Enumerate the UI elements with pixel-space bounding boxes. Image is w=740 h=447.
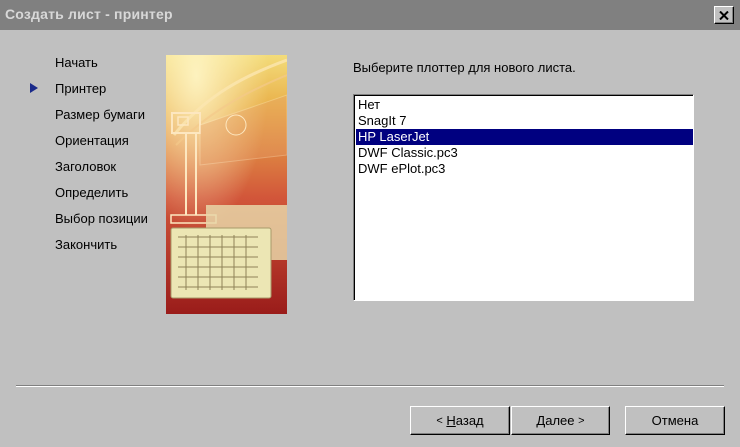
plotter-option[interactable]: DWF ePlot.pc3	[356, 161, 693, 177]
plotter-prompt: Выберите плоттер для нового листа.	[353, 60, 576, 75]
wizard-illustration	[166, 55, 287, 314]
button-separator	[16, 385, 724, 387]
step-label: Определить	[55, 185, 129, 200]
step-label: Ориентация	[55, 133, 129, 148]
back-button[interactable]: < Назад	[410, 406, 510, 435]
next-label: Далее	[536, 413, 575, 428]
close-button[interactable]	[714, 6, 734, 24]
close-icon	[719, 10, 729, 20]
plotter-option[interactable]: DWF Classic.pc3	[356, 145, 693, 161]
step-label: Начать	[55, 55, 98, 70]
back-label: азад	[455, 413, 484, 428]
plotter-listbox[interactable]: Нет SnagIt 7 HP LaserJet DWF Classic.pc3…	[353, 94, 694, 301]
step-label: Заголовок	[55, 159, 117, 174]
cancel-button[interactable]: Отмена	[625, 406, 725, 435]
triangle-right-icon	[30, 83, 38, 93]
back-hotkey: Н	[446, 413, 456, 428]
step-label: Принтер	[55, 81, 107, 96]
step-label: Размер бумаги	[55, 107, 145, 122]
back-arrow: <	[436, 414, 443, 427]
next-arrow: >	[578, 414, 585, 427]
step-label: Закончить	[55, 237, 118, 252]
plotter-option-selected[interactable]: HP LaserJet	[356, 129, 693, 145]
title-bar: Создать лист - принтер	[0, 0, 740, 30]
next-button[interactable]: Далее >	[511, 406, 610, 435]
plotter-option[interactable]: Нет	[356, 97, 693, 113]
step-label: Выбор позиции	[55, 211, 148, 226]
cancel-label: Отмена	[651, 413, 699, 428]
window-title: Создать лист - принтер	[5, 6, 173, 22]
plotter-option[interactable]: SnagIt 7	[356, 113, 693, 129]
plotter-illustration	[166, 55, 287, 314]
